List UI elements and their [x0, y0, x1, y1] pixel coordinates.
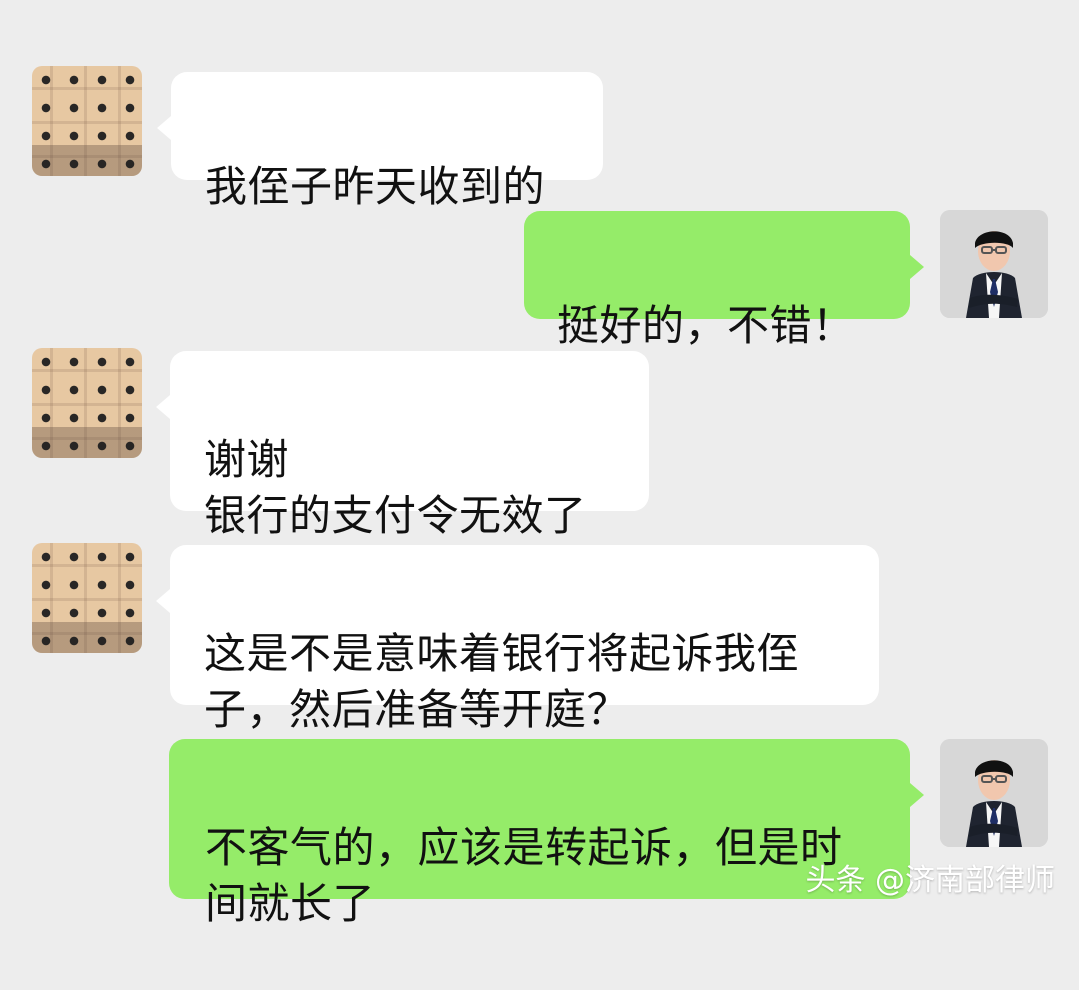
avatar[interactable] [940, 210, 1048, 318]
message-text: 不客气的，应该是转起诉，但是时 间就长了 [205, 822, 843, 929]
message-text: 谢谢 银行的支付令无效了 [204, 434, 587, 541]
watermark: 头条 @济南部律师 [805, 863, 1055, 898]
message-text: 挺好的，不错！ [557, 300, 855, 350]
avatar[interactable] [940, 739, 1048, 847]
avatar[interactable] [32, 543, 142, 653]
message-bubble-received[interactable]: 这是不是意味着银行将起诉我侄 子，然后准备等开庭？ [156, 545, 879, 734]
message-text: 我侄子昨天收到的 [205, 161, 546, 211]
message-bubble-sent[interactable]: 不客气的，应该是转起诉，但是时 间就长了 [169, 739, 924, 928]
chat-screen: 我侄子昨天收到的 挺好的，不错！ 谢谢 银行的支付令无效了 这是不是意味着银行将… [0, 0, 1079, 928]
message-bubble-sent[interactable]: 挺好的，不错！ [524, 211, 924, 350]
avatar[interactable] [32, 66, 142, 176]
avatar[interactable] [32, 348, 142, 458]
message-bubble-received[interactable]: 我侄子昨天收到的 [157, 72, 603, 211]
message-bubble-received[interactable]: 谢谢 银行的支付令无效了 [156, 351, 649, 540]
message-text: 这是不是意味着银行将起诉我侄 子，然后准备等开庭？ [204, 628, 800, 735]
